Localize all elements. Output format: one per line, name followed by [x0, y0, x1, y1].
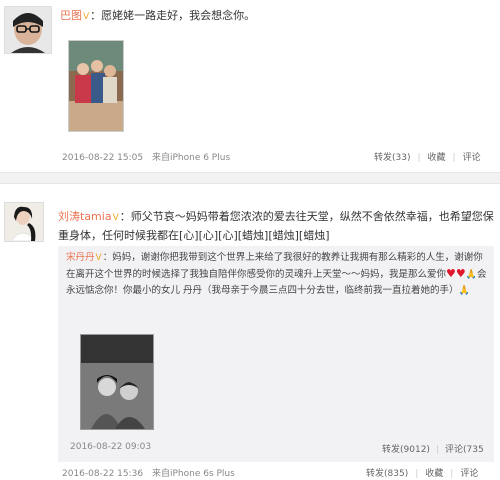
divider: | — [417, 153, 421, 163]
post-meta: 2016-08-22 15:36 来自iPhone 6s Plus — [62, 466, 241, 479]
quoted-timestamp-link[interactable]: 2016-08-22 09:03 — [70, 442, 151, 452]
weibo-post-2: 刘涛tamiaV：师父节哀～妈妈带着您浓浓的爱去往天堂，纵然不舍依然幸福，也希望… — [0, 190, 500, 480]
source-label: 来自iPhone 6 Plus — [151, 153, 231, 163]
avatar-liutao[interactable] — [4, 202, 44, 242]
divider: | — [450, 469, 454, 479]
heart-icon: ♥ — [455, 267, 466, 280]
post-actions: 转发(835) | 收藏 | 评论 — [366, 466, 478, 479]
repost-button[interactable]: 转发(33) — [374, 153, 410, 163]
favorite-button[interactable]: 收藏 — [428, 153, 446, 163]
pray-icon: 🙏 — [465, 270, 477, 280]
divider: | — [435, 445, 439, 455]
post-meta: 2016-08-22 15:05 来自iPhone 6 Plus — [62, 150, 236, 163]
timestamp-link[interactable]: 2016-08-22 15:36 — [62, 469, 143, 479]
quoted-comment-button[interactable]: 评论(735 — [445, 445, 484, 455]
quoted-post: 宋丹丹V：妈妈，谢谢你把我带到这个世界上来给了我很好的教养让我拥有那么精彩的人生… — [58, 246, 494, 462]
verified-badge-icon: V — [83, 12, 90, 22]
quoted-text: 宋丹丹V：妈妈，谢谢你把我带到这个世界上来给了我很好的教养让我拥有那么精彩的人生… — [66, 250, 490, 299]
post-actions: 转发(33) | 收藏 | 评论 — [374, 150, 481, 163]
post-photo[interactable] — [68, 40, 124, 132]
username-link[interactable]: 巴图 — [60, 9, 82, 22]
quoted-username-link[interactable]: 宋丹丹 — [66, 252, 95, 263]
weibo-post-1: 巴图V：愿姥姥一路走好，我会想念你。 2016-08-22 15:05 来自iP… — [0, 0, 500, 172]
verified-badge-icon: V — [112, 213, 119, 223]
divider: | — [415, 469, 419, 479]
feed-divider — [0, 172, 500, 184]
timestamp-link[interactable]: 2016-08-22 15:05 — [62, 153, 143, 163]
avatar-batu[interactable] — [4, 6, 52, 54]
quoted-repost-button[interactable]: 转发(9012) — [382, 445, 430, 455]
post-text: 巴图V：愿姥姥一路走好，我会想念你。 — [60, 8, 490, 25]
comment-button[interactable]: 评论 — [460, 469, 478, 479]
favorite-button[interactable]: 收藏 — [425, 469, 443, 479]
comment-button[interactable]: 评论 — [463, 153, 481, 163]
post-text: 刘涛tamiaV：师父节哀～妈妈带着您浓浓的爱去往天堂，纵然不舍依然幸福，也希望… — [58, 208, 494, 244]
quoted-photo[interactable] — [80, 334, 154, 430]
post-content: ：愿姥姥一路走好，我会想念你。 — [90, 9, 256, 22]
username-link[interactable]: 刘涛tamia — [58, 210, 112, 223]
repost-button[interactable]: 转发(835) — [366, 469, 408, 479]
verified-badge-icon: V — [95, 253, 102, 263]
source-label: 来自iPhone 6s Plus — [151, 469, 235, 479]
divider: | — [452, 153, 456, 163]
pray-icon: 🙏 — [458, 286, 470, 296]
quoted-actions: 转发(9012) | 评论(735 — [382, 442, 484, 455]
post-content: ：师父节哀～妈妈带着您浓浓的爱去往天堂，纵然不舍依然幸福，也希望您保重身体，任何… — [58, 210, 494, 242]
heart-icon: ♥ — [446, 267, 456, 280]
quoted-content: ：妈妈，谢谢你把我带到这个世界上来给了我很好的教养让我拥有那么精彩的人生，谢谢你… — [66, 252, 483, 280]
